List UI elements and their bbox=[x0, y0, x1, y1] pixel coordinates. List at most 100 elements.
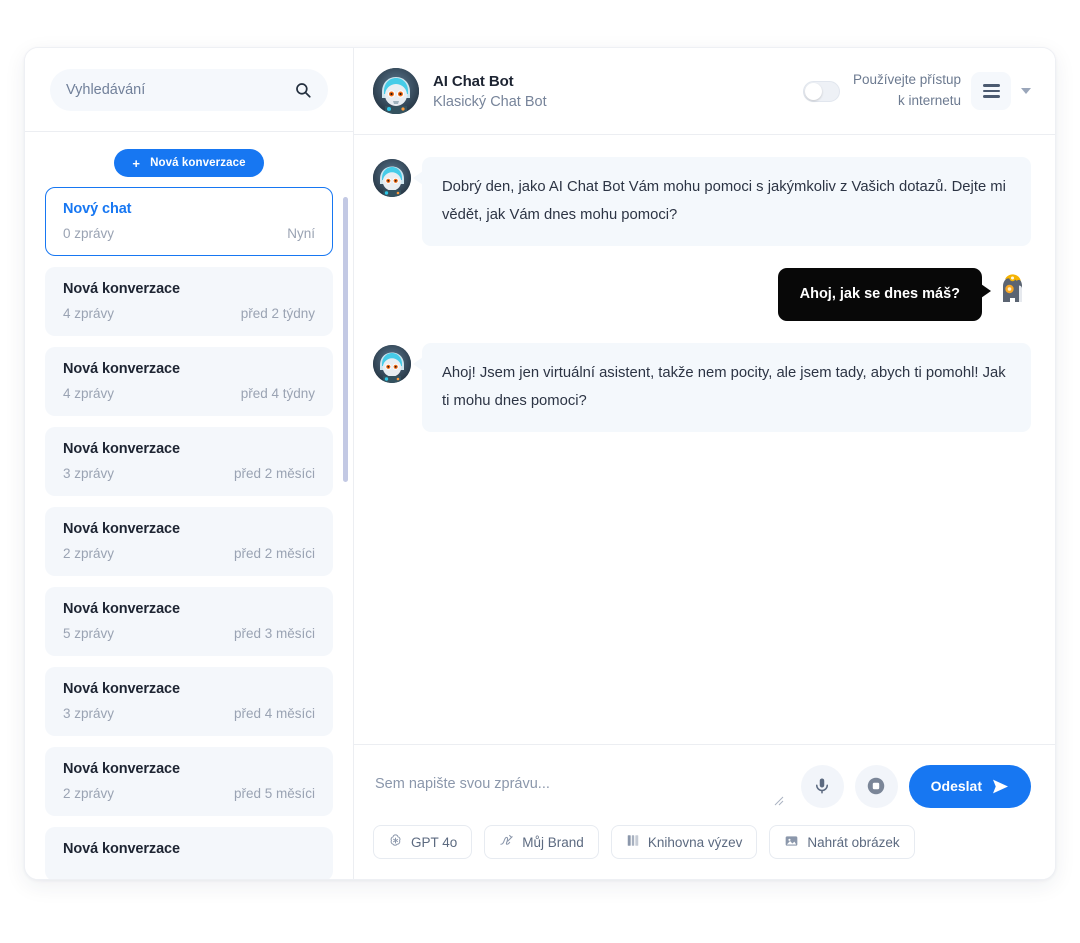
composer-row: Odeslat bbox=[373, 763, 1031, 809]
chat-panel: AI Chat Bot Klasický Chat Bot Používejte… bbox=[354, 48, 1055, 879]
conversation-message-count: 3 zprávy bbox=[63, 706, 115, 721]
new-conversation-button[interactable]: + Nová konverzace bbox=[114, 149, 264, 177]
conversation-title: Nová konverzace bbox=[63, 761, 180, 777]
conversation-message-count: 5 zprávy bbox=[63, 626, 115, 641]
tool-chip-image[interactable]: Nahrát obrázek bbox=[769, 825, 915, 859]
conversation-meta: 2 zprávy před 5 měsíci bbox=[63, 786, 315, 801]
chevron-down-icon[interactable] bbox=[1021, 88, 1031, 94]
conversation-title: Nová konverzace bbox=[63, 361, 180, 377]
message-composer: Odeslat GPT 4o Můj Brand Knihovna výzev Nah… bbox=[354, 744, 1055, 879]
tool-chip-label: Nahrát obrázek bbox=[807, 834, 900, 850]
conversation-title: Nová konverzace bbox=[63, 841, 180, 857]
conversation-item[interactable]: Nová konverzace 2 zprávy před 2 měsíci bbox=[45, 507, 333, 576]
message-list: Dobrý den, jako AI Chat Bot Vám mohu pom… bbox=[354, 135, 1055, 744]
conversation-meta: 4 zprávy před 2 týdny bbox=[63, 306, 315, 321]
conversation-timestamp: před 2 týdny bbox=[240, 306, 315, 321]
conversation-list[interactable]: Nový chat 0 zprávy Nyní Nová konverzace 4 zp… bbox=[25, 187, 353, 879]
new-conversation-section: + Nová konverzace bbox=[25, 132, 353, 187]
message-input-wrapper[interactable] bbox=[373, 763, 790, 809]
internet-access-toggle[interactable] bbox=[803, 80, 840, 102]
conversation-title: Nová konverzace bbox=[63, 521, 180, 537]
new-conversation-label: Nová konverzace bbox=[150, 157, 246, 169]
message-bubble: Ahoj! Jsem jen virtuální asistent, takže… bbox=[413, 343, 1031, 433]
conversation-meta: 2 zprávy před 2 měsíci bbox=[63, 546, 315, 561]
microphone-icon bbox=[816, 778, 829, 794]
search-input[interactable] bbox=[66, 82, 294, 98]
conversation-meta: 0 zprávy Nyní bbox=[63, 226, 315, 241]
conversation-item[interactable]: Nová konverzace 4 zprávy před 2 týdny bbox=[45, 267, 333, 336]
conversation-meta: 4 zprávy před 4 týdny bbox=[63, 386, 315, 401]
conversation-title: Nová konverzace bbox=[63, 601, 180, 617]
stop-record-icon bbox=[867, 777, 885, 795]
conversation-timestamp: před 2 měsíci bbox=[233, 466, 315, 481]
conversation-message-count: 3 zprávy bbox=[63, 466, 115, 481]
tool-chip-label: GPT 4o bbox=[411, 834, 458, 850]
send-button[interactable]: Odeslat bbox=[908, 764, 1031, 808]
chat-title: AI Chat Bot bbox=[433, 72, 514, 90]
conversation-title: Nová konverzace bbox=[63, 441, 180, 457]
hamburger-menu-button[interactable] bbox=[971, 72, 1011, 110]
header-texts: AI Chat Bot Klasický Chat Bot bbox=[433, 73, 547, 110]
conversation-item[interactable]: Nová konverzace 4 zprávy před 4 týdny bbox=[45, 347, 333, 416]
send-plane-icon bbox=[993, 779, 1008, 793]
conversation-item[interactable]: Nový chat 0 zprávy Nyní bbox=[45, 187, 333, 256]
conversation-message-count: 2 zprávy bbox=[63, 546, 115, 561]
bot-message-row: Dobrý den, jako AI Chat Bot Vám mohu pom… bbox=[373, 157, 1031, 247]
search-box[interactable] bbox=[50, 69, 328, 111]
openai-logo-icon bbox=[388, 833, 403, 851]
conversation-message-count: 4 zprávy bbox=[63, 386, 115, 401]
conversation-timestamp: před 2 měsíci bbox=[233, 546, 315, 561]
conversation-meta: 5 zprávy před 3 měsíci bbox=[63, 626, 315, 641]
header-controls: Používejte přístup k internetu bbox=[803, 70, 1031, 112]
message-bubble: Ahoj, jak se dnes máš? bbox=[777, 268, 992, 322]
plus-icon: + bbox=[132, 155, 141, 171]
tool-chip-book[interactable]: Knihovna výzev bbox=[610, 825, 758, 859]
internet-access-label: Používejte přístup k internetu bbox=[852, 72, 961, 108]
tool-chip-label: Můj Brand bbox=[522, 834, 584, 850]
conversation-item[interactable]: Nová konverzace 5 zprávy před 3 měsíci bbox=[45, 587, 333, 656]
conversation-item[interactable]: Nová konverzace 3 zprávy před 4 měsíci bbox=[45, 667, 333, 736]
conversation-item[interactable]: Nová konverzace 2 zprávy před 5 měsíci bbox=[45, 747, 333, 816]
conversation-item[interactable]: Nová konverzace bbox=[45, 827, 333, 879]
conversation-timestamp: před 4 týdny bbox=[240, 386, 315, 401]
conversation-timestamp: před 4 měsíci bbox=[233, 706, 315, 721]
message-input[interactable] bbox=[373, 763, 790, 809]
conversation-timestamp: Nyní bbox=[287, 226, 315, 241]
conversation-message-count: 0 zprávy bbox=[63, 226, 115, 241]
chat-header: AI Chat Bot Klasický Chat Bot Používejte… bbox=[354, 48, 1055, 135]
stop-record-button[interactable] bbox=[854, 764, 898, 808]
bot-avatar bbox=[373, 345, 411, 384]
tool-chip-signature[interactable]: Můj Brand bbox=[484, 825, 599, 859]
search-section bbox=[25, 48, 353, 132]
conversation-timestamp: před 5 měsíci bbox=[233, 786, 315, 801]
tool-chip-openai-logo[interactable]: GPT 4o bbox=[373, 825, 473, 859]
conversation-list-scrollbar[interactable] bbox=[343, 197, 348, 482]
toggle-knob bbox=[805, 82, 822, 100]
conversation-item[interactable]: Nová konverzace 3 zprávy před 2 měsíci bbox=[45, 427, 333, 496]
message-bubble: Dobrý den, jako AI Chat Bot Vám mohu pom… bbox=[413, 157, 1031, 247]
conversation-message-count: 2 zprávy bbox=[63, 786, 115, 801]
chat-subtitle: Klasický Chat Bot bbox=[433, 93, 547, 110]
user-message-row: Ahoj, jak se dnes máš? bbox=[373, 268, 1031, 322]
conversation-title: Nová konverzace bbox=[63, 681, 180, 697]
hamburger-icon bbox=[982, 84, 1000, 98]
microphone-button[interactable] bbox=[800, 764, 844, 808]
bot-avatar bbox=[373, 159, 411, 197]
conversation-meta: 3 zprávy před 2 měsíci bbox=[63, 466, 315, 481]
send-button-label: Odeslat bbox=[930, 778, 982, 794]
search-icon bbox=[296, 83, 311, 98]
conversation-timestamp: před 3 měsíci bbox=[233, 626, 315, 641]
tool-chip-label: Knihovna výzev bbox=[647, 834, 743, 850]
conversations-sidebar: + Nová konverzace Nový chat0 zprávyNyníN… bbox=[25, 48, 354, 879]
conversation-meta: 3 zprávy před 4 měsíci bbox=[63, 706, 315, 721]
image-icon bbox=[784, 834, 799, 851]
signature-icon bbox=[499, 833, 514, 851]
book-icon bbox=[626, 833, 640, 851]
conversation-message-count: 4 zprávy bbox=[63, 306, 115, 321]
user-avatar bbox=[993, 270, 1031, 309]
composer-tools: GPT 4o Můj Brand Knihovna výzev Nahrát obrá… bbox=[373, 825, 1031, 859]
internet-toggle-group[interactable]: Používejte přístup k internetu bbox=[803, 70, 961, 112]
bot-avatar bbox=[373, 68, 419, 114]
conversation-title: Nový chat bbox=[63, 201, 132, 217]
chatbot-app-card: + Nová konverzace Nový chat0 zprávyNyníN… bbox=[24, 47, 1056, 880]
